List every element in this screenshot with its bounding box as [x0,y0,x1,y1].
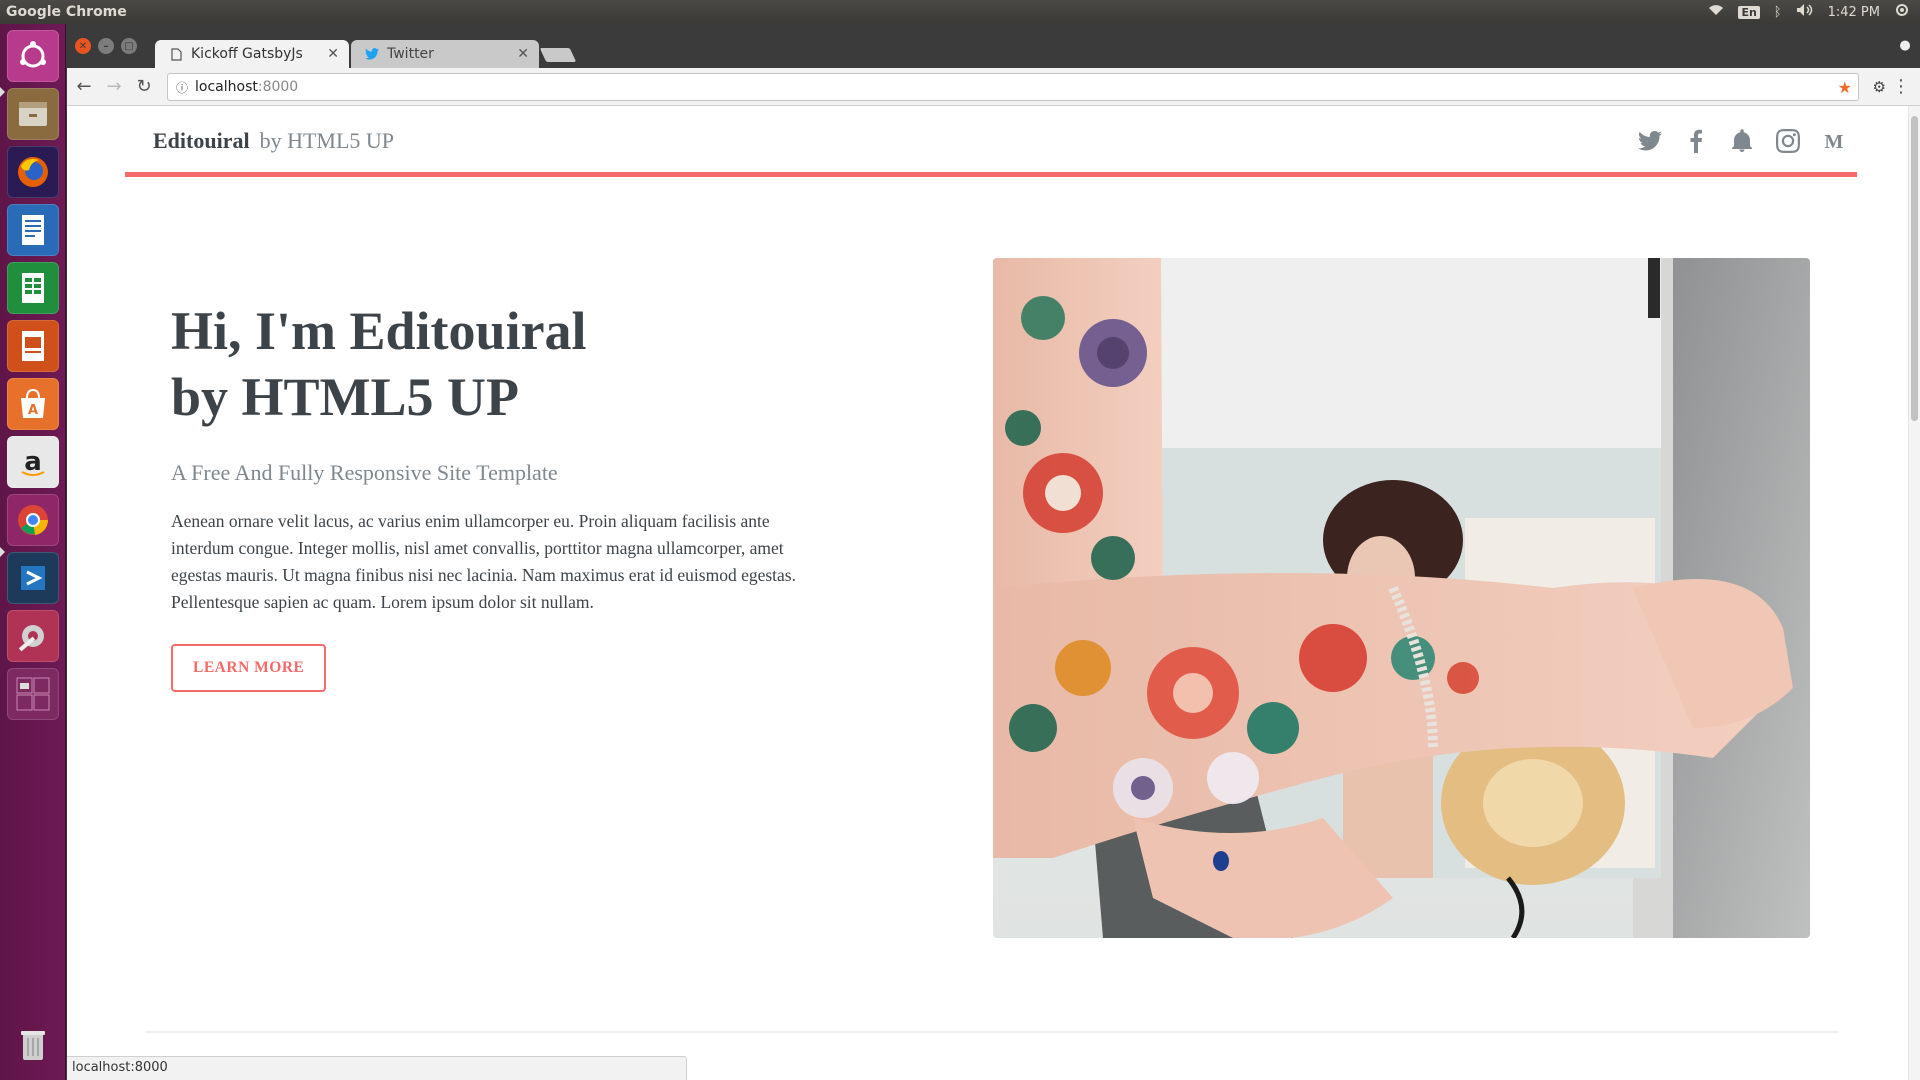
twitter-bird-icon [365,47,379,61]
amazon-icon[interactable]: a [7,436,59,488]
close-tab-icon[interactable]: ✕ [517,46,529,62]
chrome-icon[interactable] [7,494,59,546]
vscode-icon[interactable] [7,552,59,604]
banner-content: Hi, I'm Editouiral by HTML5 UP A Free An… [171,298,831,692]
reload-icon[interactable]: ↻ [131,74,157,100]
wifi-icon[interactable] [1708,4,1724,20]
active-app-title: Google Chrome [6,4,127,20]
trash-icon[interactable] [7,1018,59,1070]
libreoffice-impress-icon[interactable] [7,320,59,372]
running-indicator [0,547,5,557]
banner-headline: Hi, I'm Editouiral by HTML5 UP [171,298,831,430]
system-indicators: En ᛒ 1:42 PM [1708,2,1910,22]
medium-icon[interactable]: M [1811,126,1857,156]
tab-kickoff-gatsbyjs[interactable]: Kickoff GatsbyJs ✕ [155,40,349,68]
keyboard-layout-indicator[interactable]: En [1738,5,1760,19]
close-tab-icon[interactable]: ✕ [327,46,339,62]
address-bar[interactable]: ⓘ localhost:8000 ★ [167,73,1859,101]
headline-line-1: Hi, I'm Editouiral [171,301,587,361]
page-viewport: Editouiral by HTML5 UP M Hi, I'm Editoui… [67,106,1920,1080]
extension-icon[interactable]: ⚙ [1873,78,1886,96]
forward-arrow-icon[interactable]: → [101,74,127,100]
new-tab-button[interactable] [539,48,577,62]
chrome-window: ✕ – □ Kickoff GatsbyJs ✕ Twitter ✕ ● ← →… [67,24,1920,1080]
ubuntu-dash-icon[interactable] [7,30,59,82]
chrome-menu-icon[interactable]: ⋮ [1892,76,1910,97]
bookmark-star-icon[interactable]: ★ [1838,78,1852,97]
volume-icon[interactable] [1796,3,1814,21]
firefox-icon[interactable] [7,146,59,198]
logo-byline: by HTML5 UP [259,128,395,153]
instagram-icon[interactable] [1765,126,1811,156]
page-scrollbar[interactable] [1908,106,1920,1080]
maximize-window-button[interactable]: □ [121,38,137,54]
browser-toolbar: ← → ↻ ⓘ localhost:8000 ★ ⚙ ⋮ [67,68,1920,106]
tab-twitter[interactable]: Twitter ✕ [351,40,539,68]
workspace-switcher-icon[interactable] [7,668,59,720]
tab-title: Kickoff GatsbyJs [191,46,303,62]
banner-photo [993,258,1810,938]
libreoffice-calc-icon[interactable] [7,262,59,314]
tab-title: Twitter [387,46,434,62]
clock[interactable]: 1:42 PM [1828,5,1880,20]
status-bubble: localhost:8000 [67,1056,687,1080]
logo-name: Editouiral [153,128,250,153]
section-divider [145,1031,1839,1033]
banner-intro-paragraph: Aenean ornare velit lacus, ac varius eni… [171,511,796,612]
profile-icon[interactable]: ● [1896,36,1914,54]
social-icons: M [1627,126,1857,156]
unity-launcher: A a [0,24,66,1080]
site-header: Editouiral by HTML5 UP M [125,106,1857,177]
facebook-icon[interactable] [1673,126,1719,156]
running-indicator [0,87,5,97]
info-icon[interactable]: ⓘ [176,79,188,96]
svg-text:M: M [1825,131,1844,153]
power-settings-icon[interactable] [1894,2,1910,22]
bell-icon[interactable] [1719,126,1765,156]
svg-text:a: a [24,447,42,477]
url-port: :8000 [257,79,299,95]
banner-tagline: A Free And Fully Responsive Site Templat… [171,460,558,485]
tab-strip: ✕ – □ Kickoff GatsbyJs ✕ Twitter ✕ ● [67,24,1920,68]
files-icon[interactable] [7,88,59,140]
close-window-button[interactable]: ✕ [75,38,91,54]
system-top-panel: Google Chrome En ᛒ 1:42 PM [0,0,1920,24]
bluetooth-icon[interactable]: ᛒ [1774,5,1782,20]
learn-more-button[interactable]: LEARN MORE [171,644,327,692]
page-icon [169,47,183,61]
svg-text:A: A [28,403,38,418]
minimize-window-button[interactable]: – [98,38,114,54]
twitter-icon[interactable] [1627,126,1673,156]
back-arrow-icon[interactable]: ← [71,74,97,100]
site-logo[interactable]: Editouiral by HTML5 UP [153,128,394,154]
system-settings-icon[interactable] [7,610,59,662]
ubuntu-software-icon[interactable]: A [7,378,59,430]
url-host: localhost [195,79,258,95]
headline-line-2: by HTML5 UP [171,367,520,427]
libreoffice-writer-icon[interactable] [7,204,59,256]
scrollbar-thumb[interactable] [1911,116,1918,421]
